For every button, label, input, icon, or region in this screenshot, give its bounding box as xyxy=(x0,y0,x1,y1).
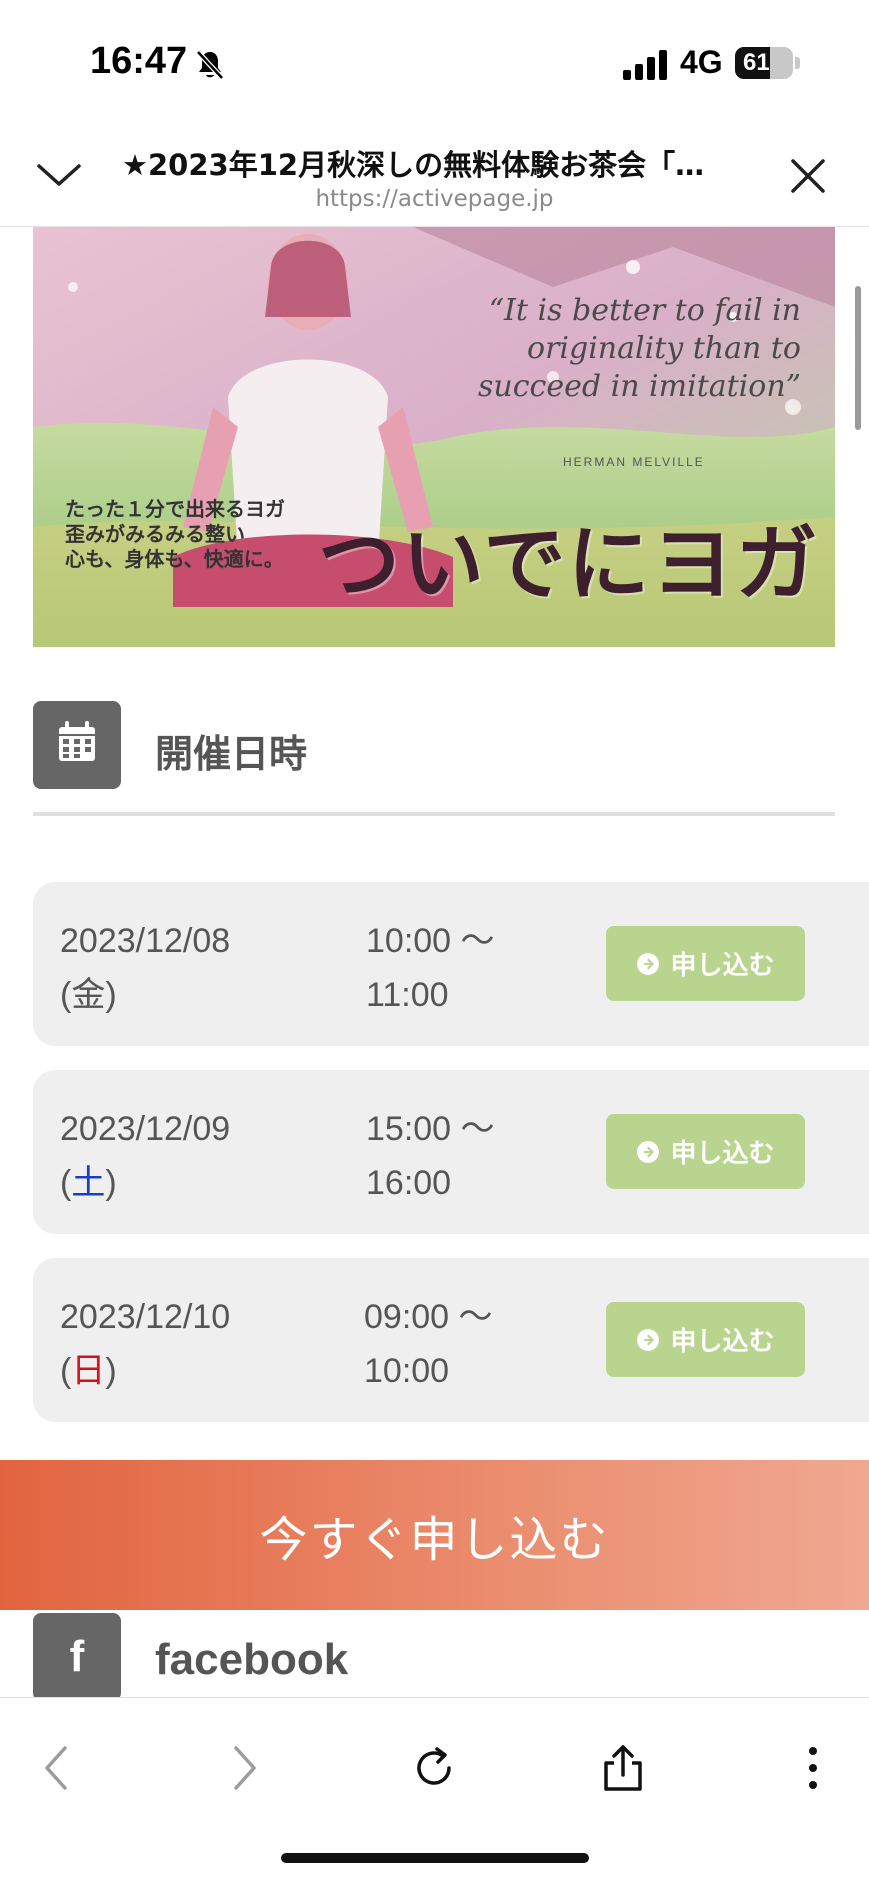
weekday: (土) xyxy=(60,1156,230,1210)
reload-icon xyxy=(417,1747,451,1785)
schedule-row: 2023/12/08 (金) 10:00 〜 11:00 申し込む xyxy=(33,882,869,1046)
apply-now-button[interactable]: 今すぐ申し込む xyxy=(0,1460,869,1610)
share-icon xyxy=(604,1745,642,1791)
schedule-row: 2023/12/09 (土) 15:00 〜 16:00 申し込む xyxy=(33,1070,869,1234)
calendar-icon xyxy=(59,721,95,761)
status-bar: 16:47 4G 61 xyxy=(0,0,869,120)
time-end: 10:00 xyxy=(364,1352,450,1390)
bell-muted-icon xyxy=(196,50,224,80)
schedule-date: 2023/12/10 (日) xyxy=(60,1290,230,1398)
facebook-label: facebook xyxy=(155,1635,349,1684)
arrow-circle-right-icon xyxy=(637,952,660,975)
weekday-close-paren: ) xyxy=(105,1164,117,1202)
status-time: 16:47 xyxy=(90,40,188,82)
schedule-date: 2023/12/09 (土) xyxy=(60,1102,230,1210)
browser-header: ★2023年12月秋深しの無料体験お茶会「… https://activepag… xyxy=(0,120,869,227)
network-label: 4G xyxy=(680,44,723,80)
battery-icon: 61 xyxy=(735,47,793,79)
page-url: https://activepage.jp xyxy=(315,186,554,212)
section-title: 開催日時 xyxy=(155,732,308,776)
section-icon-box xyxy=(33,701,121,789)
page-content[interactable]: “It is better to fail in originality tha… xyxy=(0,227,869,1697)
weekday: (金) xyxy=(60,968,230,1022)
apply-button[interactable]: 申し込む xyxy=(606,926,805,1001)
facebook-section[interactable]: f facebook xyxy=(33,1613,835,1697)
back-icon xyxy=(45,1746,67,1790)
weekday-text: 日 xyxy=(71,1352,106,1390)
banner-quote-author: HERMAN MELVILLE xyxy=(563,455,705,469)
schedule-row: 2023/12/10 (日) 09:00 〜 10:00 申し込む xyxy=(33,1258,869,1422)
banner-quote: “It is better to fail in originality tha… xyxy=(478,293,801,404)
scrollbar[interactable] xyxy=(855,286,861,430)
section-header-schedule: 開催日時 xyxy=(33,701,835,816)
apply-button-label: 申し込む xyxy=(670,1139,775,1169)
banner-image: “It is better to fail in originality tha… xyxy=(33,227,835,647)
arrow-circle-right-icon xyxy=(637,1328,660,1351)
time-start: 10:00 〜 xyxy=(366,922,495,960)
weekday-text: 土 xyxy=(71,1164,106,1202)
weekday-open-paren: ( xyxy=(60,1164,72,1202)
facebook-icon: f xyxy=(33,1613,121,1697)
weekday: (日) xyxy=(60,1344,230,1398)
back-button[interactable] xyxy=(27,1738,87,1798)
battery-percent: 61 xyxy=(743,49,770,76)
forward-icon xyxy=(234,1746,256,1790)
time-end: 16:00 xyxy=(366,1164,452,1202)
time-end: 11:00 xyxy=(366,976,449,1014)
apply-button[interactable]: 申し込む xyxy=(606,1302,805,1377)
weekday-open-paren: ( xyxy=(60,1352,72,1390)
weekday-close-paren: ) xyxy=(105,1352,117,1390)
schedule-time: 09:00 〜 10:00 xyxy=(364,1290,493,1398)
weekday-close-paren: ) xyxy=(105,976,117,1014)
time-start: 15:00 〜 xyxy=(366,1110,495,1148)
share-button[interactable] xyxy=(593,1738,653,1798)
more-button[interactable] xyxy=(783,1738,843,1798)
apply-button-label: 申し込む xyxy=(670,951,775,981)
close-icon[interactable] xyxy=(788,156,828,196)
date-text: 2023/12/10 xyxy=(60,1298,231,1336)
date-text: 2023/12/09 xyxy=(60,1110,231,1148)
schedule-time: 10:00 〜 11:00 xyxy=(366,914,495,1022)
signal-icon xyxy=(623,50,667,80)
home-indicator[interactable] xyxy=(281,1853,589,1863)
weekday-text: 金 xyxy=(71,976,106,1014)
forward-button[interactable] xyxy=(214,1738,274,1798)
apply-button[interactable]: 申し込む xyxy=(606,1114,805,1189)
page-title: ★2023年12月秋深しの無料体験お茶会「… xyxy=(122,148,705,182)
date-text: 2023/12/08 xyxy=(60,922,231,960)
schedule-date: 2023/12/08 (金) xyxy=(60,914,230,1022)
more-icon xyxy=(809,1747,817,1789)
battery-cap xyxy=(795,57,800,69)
banner-title: ついでにヨガ xyxy=(318,517,820,612)
arrow-circle-right-icon xyxy=(637,1140,660,1163)
apply-button-label: 申し込む xyxy=(670,1327,775,1357)
reload-button[interactable] xyxy=(404,1738,464,1798)
time-start: 09:00 〜 xyxy=(364,1298,493,1336)
weekday-open-paren: ( xyxy=(60,976,72,1014)
schedule-time: 15:00 〜 16:00 xyxy=(366,1102,495,1210)
